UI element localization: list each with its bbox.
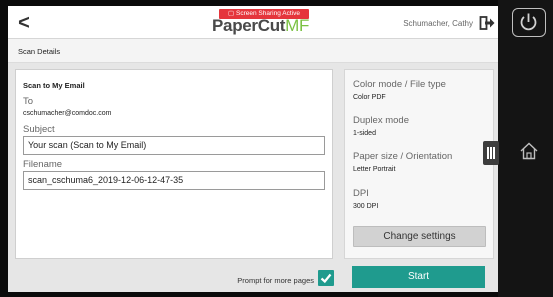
start-button[interactable]: Start <box>352 266 485 288</box>
user-name: Schumacher, Cathy <box>403 19 473 28</box>
prompt-more-pages-label: Prompt for more pages <box>237 276 314 285</box>
logout-icon <box>479 16 495 30</box>
drawer-handle-icon-bar <box>493 147 495 159</box>
filename-field[interactable]: scan_cschuma6_2019-12-06-12-47-35 <box>23 171 325 190</box>
home-button[interactable] <box>518 140 540 162</box>
screen-sharing-badge: ▢ Screen Sharing Active <box>219 9 309 19</box>
screen-sharing-text: Screen Sharing Active <box>236 10 300 17</box>
paper-size-value: Letter Portrait <box>353 166 396 173</box>
power-button[interactable] <box>512 8 546 37</box>
main-content: Scan to My Email To cschumacher@comdoc.c… <box>8 63 498 292</box>
section-title: Scan Details <box>18 47 61 56</box>
scan-details-card: Scan to My Email To cschumacher@comdoc.c… <box>15 69 333 259</box>
section-header: Scan Details <box>8 39 498 63</box>
duplex-value: 1-sided <box>353 130 376 137</box>
subject-field[interactable]: Your scan (Scan to My Email) <box>23 136 325 155</box>
checkmark-icon <box>320 273 332 284</box>
device-bezel-bottom <box>0 292 553 297</box>
filename-label: Filename <box>23 159 63 170</box>
scan-heading: Scan to My Email <box>23 81 85 90</box>
paper-size-label: Paper size / Orientation <box>353 151 453 162</box>
dpi-label: DPI <box>353 188 369 199</box>
to-value: cschumacher@comdoc.com <box>23 110 112 117</box>
scan-settings-card: Color mode / File type Color PDF Duplex … <box>344 69 494 259</box>
logout-button[interactable] <box>479 15 495 31</box>
power-icon <box>520 13 537 31</box>
drawer-handle[interactable] <box>483 141 499 165</box>
chevron-left-icon: < <box>18 12 30 34</box>
top-bar: < PaperCutMF ▢ Screen Sharing Active Sch… <box>8 6 498 39</box>
prompt-more-pages-checkbox[interactable] <box>318 270 334 286</box>
drawer-handle-icon <box>487 147 489 159</box>
drawer-handle-icon-bar <box>490 147 492 159</box>
subject-label: Subject <box>23 124 55 135</box>
duplex-label: Duplex mode <box>353 115 409 126</box>
color-mode-label: Color mode / File type <box>353 79 446 90</box>
dpi-value: 300 DPI <box>353 203 379 210</box>
device-screen: < PaperCutMF ▢ Screen Sharing Active Sch… <box>8 6 498 292</box>
change-settings-button[interactable]: Change settings <box>353 226 486 247</box>
to-label: To <box>23 96 34 107</box>
device-bezel-left <box>0 0 8 297</box>
back-button[interactable]: < <box>12 12 36 34</box>
color-mode-value: Color PDF <box>353 94 386 101</box>
home-icon <box>520 142 538 160</box>
screen-share-icon: ▢ <box>228 10 235 17</box>
